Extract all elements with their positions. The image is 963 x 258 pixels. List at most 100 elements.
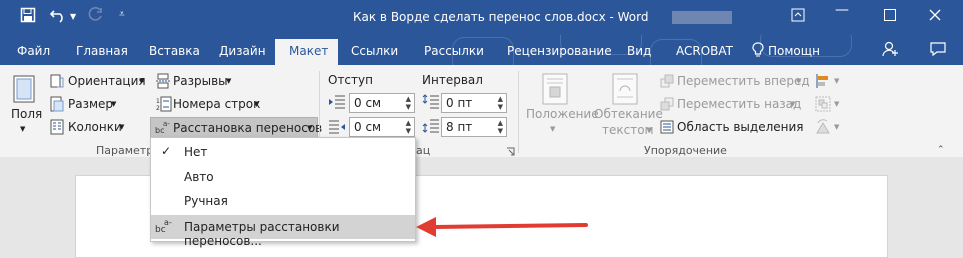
breaks-button[interactable]: Разрывы [173,74,228,88]
spacing-before-spinner[interactable]: 0 пт ▲ ▼ [441,93,507,113]
spacing-label: Интервал [422,73,483,87]
indent-label: Отступ [328,73,373,87]
lightbulb-icon[interactable] [752,42,764,61]
hyphenation-menu: ✓ Нет Авто Ручная bc a- Параметры расстан… [150,137,416,248]
bring-forward-button[interactable]: Переместить вперед [677,74,810,88]
position-icon [541,73,569,108]
send-backward-icon [660,97,674,114]
tab-layout-label: Макет [289,44,329,58]
breaks-icon [156,73,170,92]
indent-left-icon [328,95,346,112]
tab-acrobat[interactable]: ACROBAT [676,44,733,58]
size-button[interactable]: Размер [68,97,113,111]
bring-forward-dropdown-icon[interactable]: ▼ [796,77,801,85]
tab-review[interactable]: Рецензирование [507,44,612,58]
tab-design[interactable]: Дизайн [219,44,266,58]
maximize-button[interactable] [870,4,910,25]
tab-references[interactable]: Ссылки [351,44,398,58]
spin-up-icon[interactable]: ▲ [406,119,411,127]
line-numbers-dropdown-icon[interactable]: ▼ [254,100,259,108]
columns-dropdown-icon[interactable]: ▼ [119,123,124,131]
svg-text:a-: a- [164,218,172,227]
tab-mailings[interactable]: Рассылки [424,44,484,58]
menu-item-none[interactable]: ✓ Нет [151,140,415,164]
svg-text:a-: a- [163,120,170,128]
menu-item-auto[interactable]: Авто [151,165,415,189]
spin-up-icon[interactable]: ▲ [498,119,503,127]
wrap-text-icon [611,73,639,108]
spacing-after-value: 8 пт [446,120,473,134]
selection-pane-button[interactable]: Область выделения [677,120,804,134]
orientation-dropdown-icon[interactable]: ▼ [139,77,144,85]
tell-me-search[interactable]: Помощн [768,44,820,58]
breaks-dropdown-icon[interactable]: ▼ [226,77,231,85]
close-button[interactable] [915,4,955,25]
ribbon-tabs: Файл Главная Вставка Дизайн Макет Ссылки… [0,35,963,65]
columns-icon [50,119,64,138]
margins-dropdown-icon[interactable]: ▼ [20,125,25,133]
indent-right-icon [328,120,346,137]
red-arrow-annotation [416,217,588,237]
checkmark-icon: ✓ [161,144,172,158]
align-dropdown-icon[interactable]: ▼ [834,77,839,85]
collapse-ribbon-icon[interactable]: ⌃ [937,145,945,155]
spin-down-icon[interactable]: ▼ [498,127,503,135]
align-icon[interactable] [815,73,831,92]
margins-button[interactable]: Поля [11,107,42,121]
size-dropdown-icon[interactable]: ▼ [111,100,116,108]
ribbon-display-options-icon[interactable] [778,4,818,26]
customize-qat-icon[interactable]: ⩡ [119,9,125,20]
indent-left-value: 0 см [354,96,382,110]
tab-layout[interactable]: Макет [275,39,338,65]
spacing-after-spinner[interactable]: 8 пт ▲ ▼ [441,117,507,137]
size-icon [50,96,64,115]
menu-item-manual-label: Ручная [184,194,228,208]
undo-icon[interactable] [49,7,68,27]
minimize-button[interactable]: — [822,2,862,18]
tab-file[interactable]: Файл [17,44,50,58]
wrap-text-button[interactable]: Обтекание [594,107,663,121]
send-backward-button[interactable]: Переместить назад [677,97,801,111]
tab-insert[interactable]: Вставка [149,44,200,58]
spin-down-icon[interactable]: ▼ [498,103,503,111]
spin-up-icon[interactable]: ▲ [406,95,411,103]
rotate-dropdown-icon[interactable]: ▼ [834,123,839,131]
orientation-icon [50,73,64,92]
columns-button[interactable]: Колонки [68,120,122,134]
menu-item-hyphenation-options[interactable]: bc a- Параметры расстановки переносов... [151,215,415,248]
spin-down-icon[interactable]: ▼ [406,127,411,135]
hyphenation-button[interactable]: bc a- Расстановка переносов ▼ [150,117,322,139]
spacing-before-icon [422,94,440,113]
line-numbers-icon: 12 [156,96,172,115]
rotate-icon[interactable] [815,119,831,138]
account-name-blurred [672,11,732,24]
bring-forward-icon [660,74,674,91]
menu-item-manual[interactable]: Ручная [151,189,415,213]
wrap-text-button-line2[interactable]: текстом [602,123,654,137]
line-numbers-button[interactable]: Номера строк [173,97,260,111]
group-objects-icon[interactable] [815,96,831,115]
svg-text:1: 1 [156,98,160,105]
save-icon[interactable] [20,7,36,27]
tab-home[interactable]: Главная [76,44,128,58]
send-backward-dropdown-icon[interactable]: ▼ [790,100,795,108]
share-user-icon[interactable] [882,41,898,60]
spacing-after-icon [422,118,440,137]
hyphenation-label: Расстановка переносов [173,121,323,135]
position-button[interactable]: Положение [526,107,599,121]
spin-up-icon[interactable]: ▲ [498,95,503,103]
menu-item-none-label: Нет [184,145,208,159]
comments-icon[interactable] [930,41,946,60]
selection-pane-icon [660,120,674,137]
wrap-text-dropdown-icon[interactable]: ▼ [647,126,652,134]
spin-down-icon[interactable]: ▼ [406,103,411,111]
title-bar: ▼ ⩡ Как в Ворде сделать перенос слов.doc… [0,0,963,35]
hyphenation-options-icon: bc a- [155,217,173,238]
tab-view[interactable]: Вид [627,44,651,58]
indent-left-spinner[interactable]: 0 см ▲ ▼ [349,93,415,113]
position-dropdown-icon[interactable]: ▼ [550,125,555,133]
indent-right-spinner[interactable]: 0 см ▲ ▼ [349,117,415,137]
undo-dropdown-icon[interactable]: ▼ [70,12,76,21]
group-objects-dropdown-icon[interactable]: ▼ [834,100,839,108]
orientation-button[interactable]: Ориентация [68,74,146,88]
